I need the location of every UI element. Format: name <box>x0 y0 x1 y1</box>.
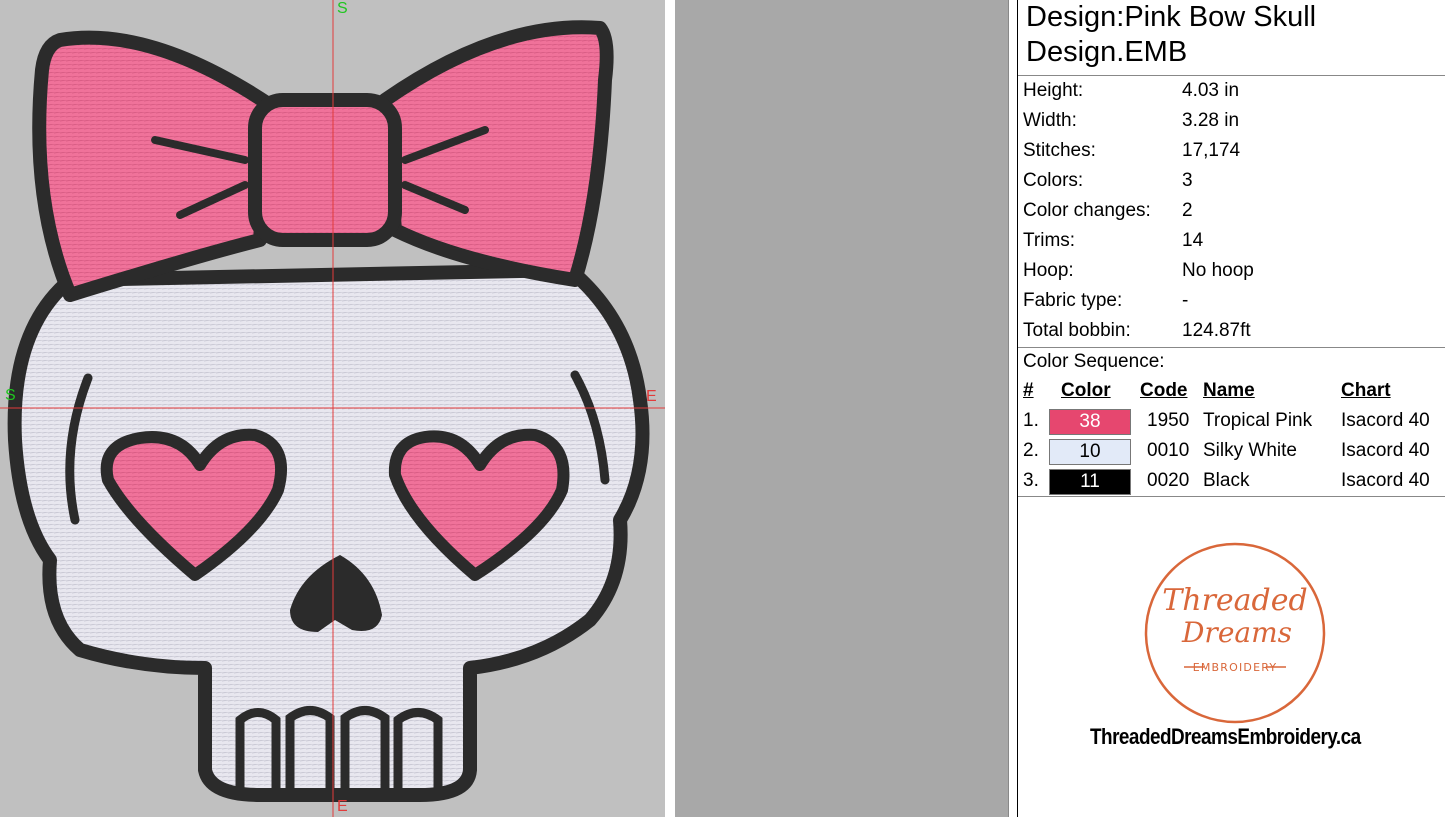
logo-line3: EMBROIDERY <box>1193 661 1278 674</box>
color-name: Silky White <box>1203 440 1297 461</box>
threaded-dreams-logo: Threaded Dreams EMBROIDERY <box>1144 542 1326 724</box>
property-value: 124.87ft <box>1182 320 1251 341</box>
workspace-background <box>675 0 1008 817</box>
property-label: Color changes: <box>1023 200 1151 221</box>
divider <box>1018 75 1445 76</box>
property-label: Total bobbin: <box>1023 320 1131 341</box>
property-value: 2 <box>1182 200 1193 221</box>
design-info-panel: Design:Pink Bow Skull Design.EMB Height:… <box>1017 0 1445 817</box>
property-value: 17,174 <box>1182 140 1241 161</box>
property-label: Stitches: <box>1023 140 1096 161</box>
col-header-code: Code <box>1140 380 1188 401</box>
property-label: Height: <box>1023 80 1084 101</box>
design-title: Design:Pink Bow Skull <box>1026 1 1317 33</box>
property-value: 3 <box>1182 170 1193 191</box>
logo-line2: Dreams <box>1181 616 1292 649</box>
axis-marker-bottom: E <box>337 798 348 815</box>
property-label: Hoop: <box>1023 260 1074 281</box>
property-value: No hoop <box>1182 260 1254 281</box>
divider <box>665 0 675 817</box>
axis-marker-left: S <box>5 387 16 404</box>
axis-marker-top: S <box>337 0 348 17</box>
axis-marker-right: E <box>646 388 657 405</box>
property-value: 4.03 in <box>1182 80 1240 101</box>
col-header-num: # <box>1023 380 1034 401</box>
color-code: 0010 <box>1147 440 1190 461</box>
skull-embroidery-preview <box>0 0 665 817</box>
color-sequence-heading: Color Sequence: <box>1023 351 1165 372</box>
color-chart: Isacord 40 <box>1341 470 1430 491</box>
col-header-color: Color <box>1061 380 1111 401</box>
property-value: 14 <box>1182 230 1204 251</box>
color-row-num: 3. <box>1023 470 1039 491</box>
property-label: Width: <box>1023 110 1077 131</box>
property-value: 3.28 in <box>1182 110 1240 131</box>
color-name: Black <box>1203 470 1250 491</box>
color-code: 0020 <box>1147 470 1190 491</box>
divider <box>1018 347 1445 348</box>
color-name: Tropical Pink <box>1203 410 1313 431</box>
logo-line1: Threaded <box>1162 583 1307 618</box>
color-chart: Isacord 40 <box>1341 440 1430 461</box>
design-canvas[interactable]: S S E E <box>0 0 665 817</box>
property-label: Fabric type: <box>1023 290 1123 311</box>
website-url: ThreadedDreamsEmbroidery.ca <box>1090 724 1361 749</box>
color-swatch: 10 <box>1049 439 1131 465</box>
col-header-name: Name <box>1203 380 1255 401</box>
color-chart: Isacord 40 <box>1341 410 1430 431</box>
bow <box>32 20 614 302</box>
divider <box>1018 496 1445 497</box>
color-code: 1950 <box>1147 410 1190 431</box>
property-label: Trims: <box>1023 230 1076 251</box>
property-value: - <box>1182 290 1189 311</box>
color-row-num: 1. <box>1023 410 1039 431</box>
property-label: Colors: <box>1023 170 1084 191</box>
color-swatch: 38 <box>1049 409 1131 435</box>
col-header-chart: Chart <box>1341 380 1391 401</box>
color-row-num: 2. <box>1023 440 1039 461</box>
design-file: Design.EMB <box>1026 36 1188 68</box>
color-swatch: 11 <box>1049 469 1131 495</box>
